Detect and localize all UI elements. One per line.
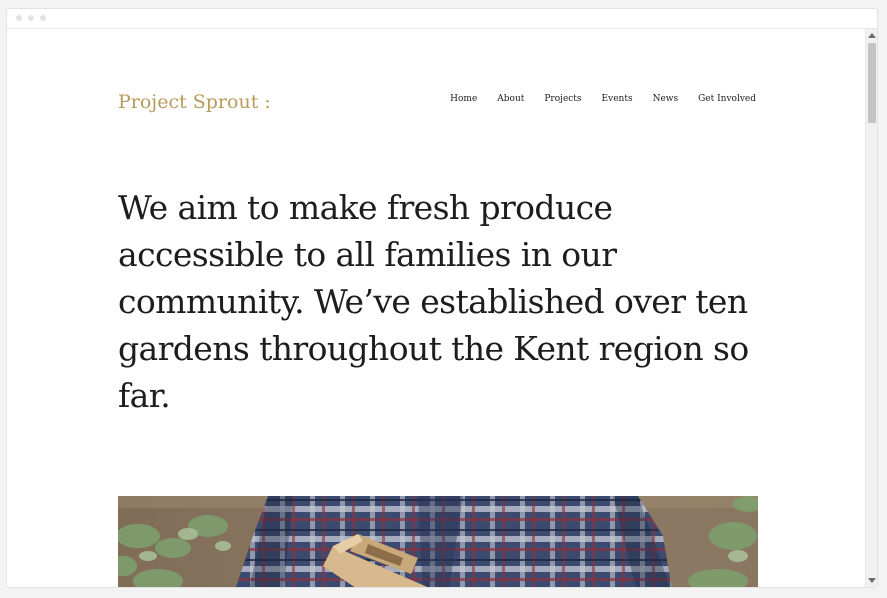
hero-photo [118,496,758,587]
nav-projects[interactable]: Projects [544,94,581,104]
hero-statement: We aim to make fresh produce accessible … [118,188,749,415]
scroll-thumb[interactable] [868,43,876,123]
scroll-down-arrow-icon[interactable] [868,578,876,583]
vertical-scrollbar[interactable] [865,29,877,587]
site-logo[interactable]: Project Sprout : [118,91,271,113]
window-dot-icon[interactable] [28,15,34,21]
nav-news[interactable]: News [653,94,679,104]
scroll-up-arrow-icon[interactable] [868,33,876,38]
window-titlebar [7,9,877,29]
browser-window: Project Sprout : Home About Projects Eve… [6,8,878,588]
nav-events[interactable]: Events [602,94,633,104]
main-nav: Home About Projects Events News Get Invo… [450,94,756,104]
window-dot-icon[interactable] [16,15,22,21]
nav-home[interactable]: Home [450,94,477,104]
window-dot-icon[interactable] [40,15,46,21]
nav-about[interactable]: About [497,94,524,104]
nav-get-involved[interactable]: Get Involved [698,94,756,104]
page-viewport: Project Sprout : Home About Projects Eve… [7,29,865,587]
